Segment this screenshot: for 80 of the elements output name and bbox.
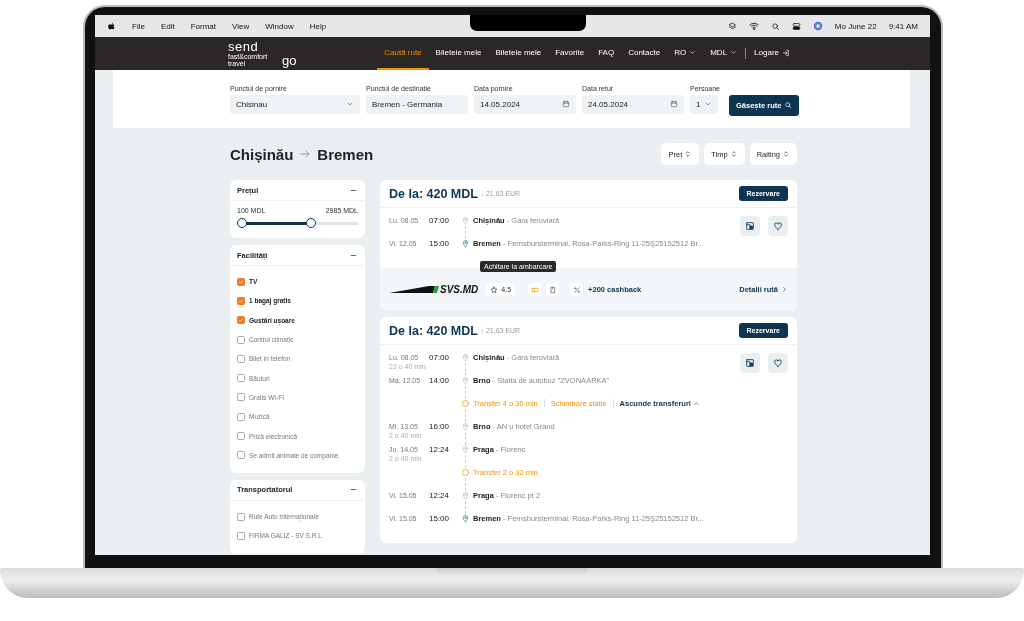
sort-icon xyxy=(684,150,693,158)
menu-item[interactable]: Window xyxy=(265,21,294,31)
checkbox[interactable] xyxy=(237,277,245,286)
nav-link[interactable]: FAQ xyxy=(591,37,622,70)
menu-item[interactable]: Format xyxy=(190,21,217,31)
menu-item[interactable]: View xyxy=(232,21,250,31)
checkbox[interactable] xyxy=(237,412,245,421)
star-icon xyxy=(490,285,499,294)
nav-link[interactable]: Contacte xyxy=(621,37,668,70)
stop-time: 07:00 xyxy=(429,216,451,227)
ticket-icon xyxy=(745,358,755,368)
count-select[interactable]: 1 xyxy=(690,94,718,114)
slider-thumb[interactable] xyxy=(305,218,316,228)
sort-icon xyxy=(782,150,790,158)
ticket-button[interactable] xyxy=(740,216,760,236)
language-dropdown[interactable]: RO xyxy=(667,37,704,70)
checkbox[interactable] xyxy=(237,451,245,460)
destination-city: Bremen xyxy=(317,145,374,163)
currency-dropdown[interactable]: MDL xyxy=(703,37,745,70)
search-icon xyxy=(784,101,793,109)
menu-time: 9:41 AM xyxy=(888,21,918,31)
wifi-icon[interactable] xyxy=(748,21,759,31)
checkbox[interactable] xyxy=(237,296,245,305)
sort-icon xyxy=(729,150,738,158)
checkbox[interactable] xyxy=(237,432,245,440)
heart-icon xyxy=(773,221,783,231)
transfer-circle-icon xyxy=(460,399,470,408)
transfer-circle-icon xyxy=(460,468,470,477)
stop-time: 12:24 xyxy=(429,491,451,502)
stop-time: 07:00 xyxy=(429,353,451,364)
stop-time: 14:00 xyxy=(429,376,451,387)
calendar-icon xyxy=(562,100,570,108)
login-link[interactable]: Logare xyxy=(747,37,797,70)
date-field[interactable]: 24.05.2024 xyxy=(582,94,684,114)
date-field[interactable]: 14.05.2024 xyxy=(474,94,576,114)
origin-city: Chișinău xyxy=(230,145,294,163)
menu-date: Mo June 22 xyxy=(834,21,877,31)
chevron-right-icon xyxy=(781,286,788,293)
carrier-logo: SVS.MD xyxy=(389,284,479,295)
document-icon[interactable] xyxy=(546,283,560,296)
chevron-down-icon xyxy=(704,100,712,108)
siri-icon[interactable] xyxy=(812,21,823,31)
price: De la: 420 MDL xyxy=(389,186,478,201)
ticket-button[interactable] xyxy=(740,353,760,373)
card-icon xyxy=(530,285,539,294)
checkbox[interactable] xyxy=(237,512,245,521)
login-icon xyxy=(782,48,790,57)
chevron-down-icon xyxy=(346,100,354,108)
apple-icon[interactable] xyxy=(107,21,116,31)
checkbox[interactable] xyxy=(237,393,245,402)
stop-time: 15:00 xyxy=(429,514,451,525)
menu-item[interactable]: Help xyxy=(309,21,327,31)
calendar-icon xyxy=(670,100,678,108)
layers-icon[interactable] xyxy=(727,21,737,31)
stop-time: 12:24 xyxy=(429,445,451,456)
nav-link[interactable]: Favorite xyxy=(548,37,592,70)
ticket-icon xyxy=(745,221,755,231)
checkbox[interactable] xyxy=(237,354,245,363)
checkbox[interactable] xyxy=(237,531,245,540)
slider-thumb[interactable] xyxy=(237,218,247,228)
menu-item[interactable]: File xyxy=(132,21,145,31)
control-center-icon[interactable] xyxy=(791,21,801,31)
arrow-right-icon xyxy=(299,148,312,160)
stop-time: 15:00 xyxy=(429,239,451,250)
select-field[interactable]: Chisinau xyxy=(230,94,360,114)
nav-link[interactable]: Biletele mele xyxy=(488,37,549,70)
stop-time: 16:00 xyxy=(429,422,451,433)
menu-item[interactable]: Edit xyxy=(160,21,175,31)
checkbox[interactable] xyxy=(237,316,245,325)
nav-link[interactable]: Biletele mele xyxy=(428,37,489,70)
chevron-down-icon xyxy=(730,49,738,56)
input-field[interactable]: Bremen - Germania xyxy=(366,94,468,114)
favorite-button[interactable] xyxy=(768,216,788,236)
favorite-button[interactable] xyxy=(768,353,788,373)
checkbox[interactable] xyxy=(237,374,245,383)
heart-icon xyxy=(773,358,783,368)
checkbox[interactable] xyxy=(237,335,245,344)
chevron-down-icon xyxy=(689,49,697,56)
price: De la: 420 MDL xyxy=(389,323,478,338)
search-icon[interactable] xyxy=(770,21,780,31)
